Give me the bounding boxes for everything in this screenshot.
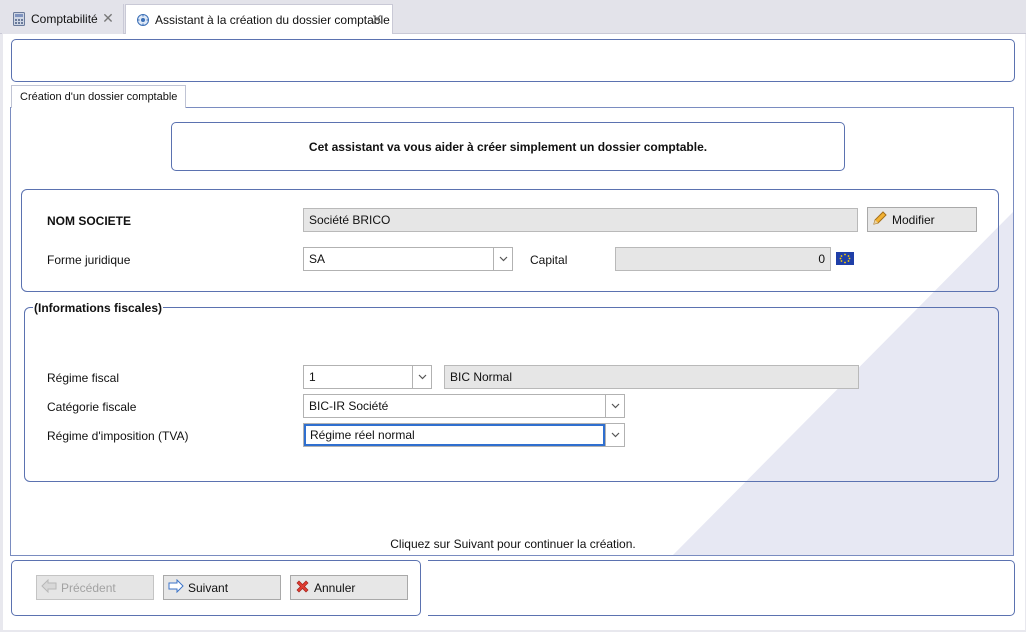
- next-button[interactable]: Suivant: [163, 575, 281, 600]
- pencil-icon: [872, 210, 888, 229]
- capital-label: Capital: [530, 253, 568, 267]
- chevron-down-icon[interactable]: [605, 424, 624, 446]
- previous-button[interactable]: Précédent: [36, 575, 154, 600]
- categorie-fiscale-value: BIC-IR Société: [309, 399, 389, 413]
- arrow-left-icon: [41, 578, 57, 596]
- regime-fiscal-description: BIC Normal: [444, 365, 859, 389]
- next-label: Suivant: [188, 580, 229, 595]
- header-panel: [11, 39, 1015, 82]
- categorie-fiscale-select[interactable]: BIC-IR Société: [303, 394, 625, 418]
- tab-label: Comptabilité: [31, 12, 98, 26]
- modify-label: Modifier: [892, 212, 935, 227]
- regime-fiscal-select[interactable]: 1: [303, 365, 432, 389]
- cancel-icon: [295, 579, 310, 597]
- regime-tva-select[interactable]: Régime réel normal: [303, 423, 625, 447]
- footer-right-panel: [428, 560, 1015, 616]
- forme-juridique-select[interactable]: SA: [303, 247, 513, 271]
- tab-bar: Comptabilité ✕ Assistant à la création d…: [0, 0, 1026, 35]
- categorie-fiscale-label: Catégorie fiscale: [47, 400, 137, 414]
- regime-fiscal-label: Régime fiscal: [47, 371, 120, 385]
- arrow-right-icon: [168, 578, 184, 596]
- chevron-down-icon[interactable]: [412, 366, 431, 388]
- wizard-icon: [136, 13, 150, 27]
- calculator-icon: [12, 12, 26, 26]
- navigation-panel: Précédent Suivant Annuler: [11, 560, 421, 616]
- tab-assistant[interactable]: Assistant à la création du dossier compt…: [125, 4, 393, 35]
- tab-comptabilite[interactable]: Comptabilité ✕: [2, 4, 124, 34]
- chevron-down-icon[interactable]: [493, 248, 512, 270]
- close-icon[interactable]: ✕: [101, 11, 115, 25]
- chevron-down-icon[interactable]: [605, 395, 624, 417]
- hint-text: Cliquez sur Suivant pour continuer la cr…: [390, 537, 636, 551]
- capital-field[interactable]: 0: [615, 247, 831, 271]
- previous-label: Précédent: [61, 580, 116, 595]
- forme-juridique-value: SA: [309, 252, 326, 266]
- cancel-label: Annuler: [314, 580, 356, 595]
- euro-flag-icon[interactable]: [836, 252, 854, 268]
- cancel-button[interactable]: Annuler: [290, 575, 408, 600]
- company-name-field[interactable]: Société BRICO: [303, 208, 858, 232]
- modify-button[interactable]: Modifier: [867, 207, 977, 232]
- regime-fiscal-code: 1: [309, 370, 316, 384]
- main-area: Création d'un dossier comptable Cet assi…: [3, 34, 1025, 630]
- close-icon[interactable]: ✕: [370, 12, 384, 26]
- regime-tva-label: Régime d'imposition (TVA): [47, 429, 189, 443]
- company-name-label: NOM SOCIETE: [47, 214, 132, 228]
- company-group: [21, 189, 999, 292]
- intro-text: Cet assistant va vous aider à créer simp…: [308, 139, 708, 154]
- intro-box: Cet assistant va vous aider à créer simp…: [171, 122, 845, 171]
- tab-label: Assistant à la création du dossier compt…: [155, 12, 390, 27]
- forme-juridique-label: Forme juridique: [47, 253, 131, 267]
- wizard-content: Cet assistant va vous aider à créer simp…: [10, 107, 1014, 556]
- regime-tva-value: Régime réel normal: [304, 424, 605, 446]
- tab-creation-dossier[interactable]: Création d'un dossier comptable: [11, 85, 187, 108]
- fiscal-legend: (Informations fiscales): [33, 301, 164, 315]
